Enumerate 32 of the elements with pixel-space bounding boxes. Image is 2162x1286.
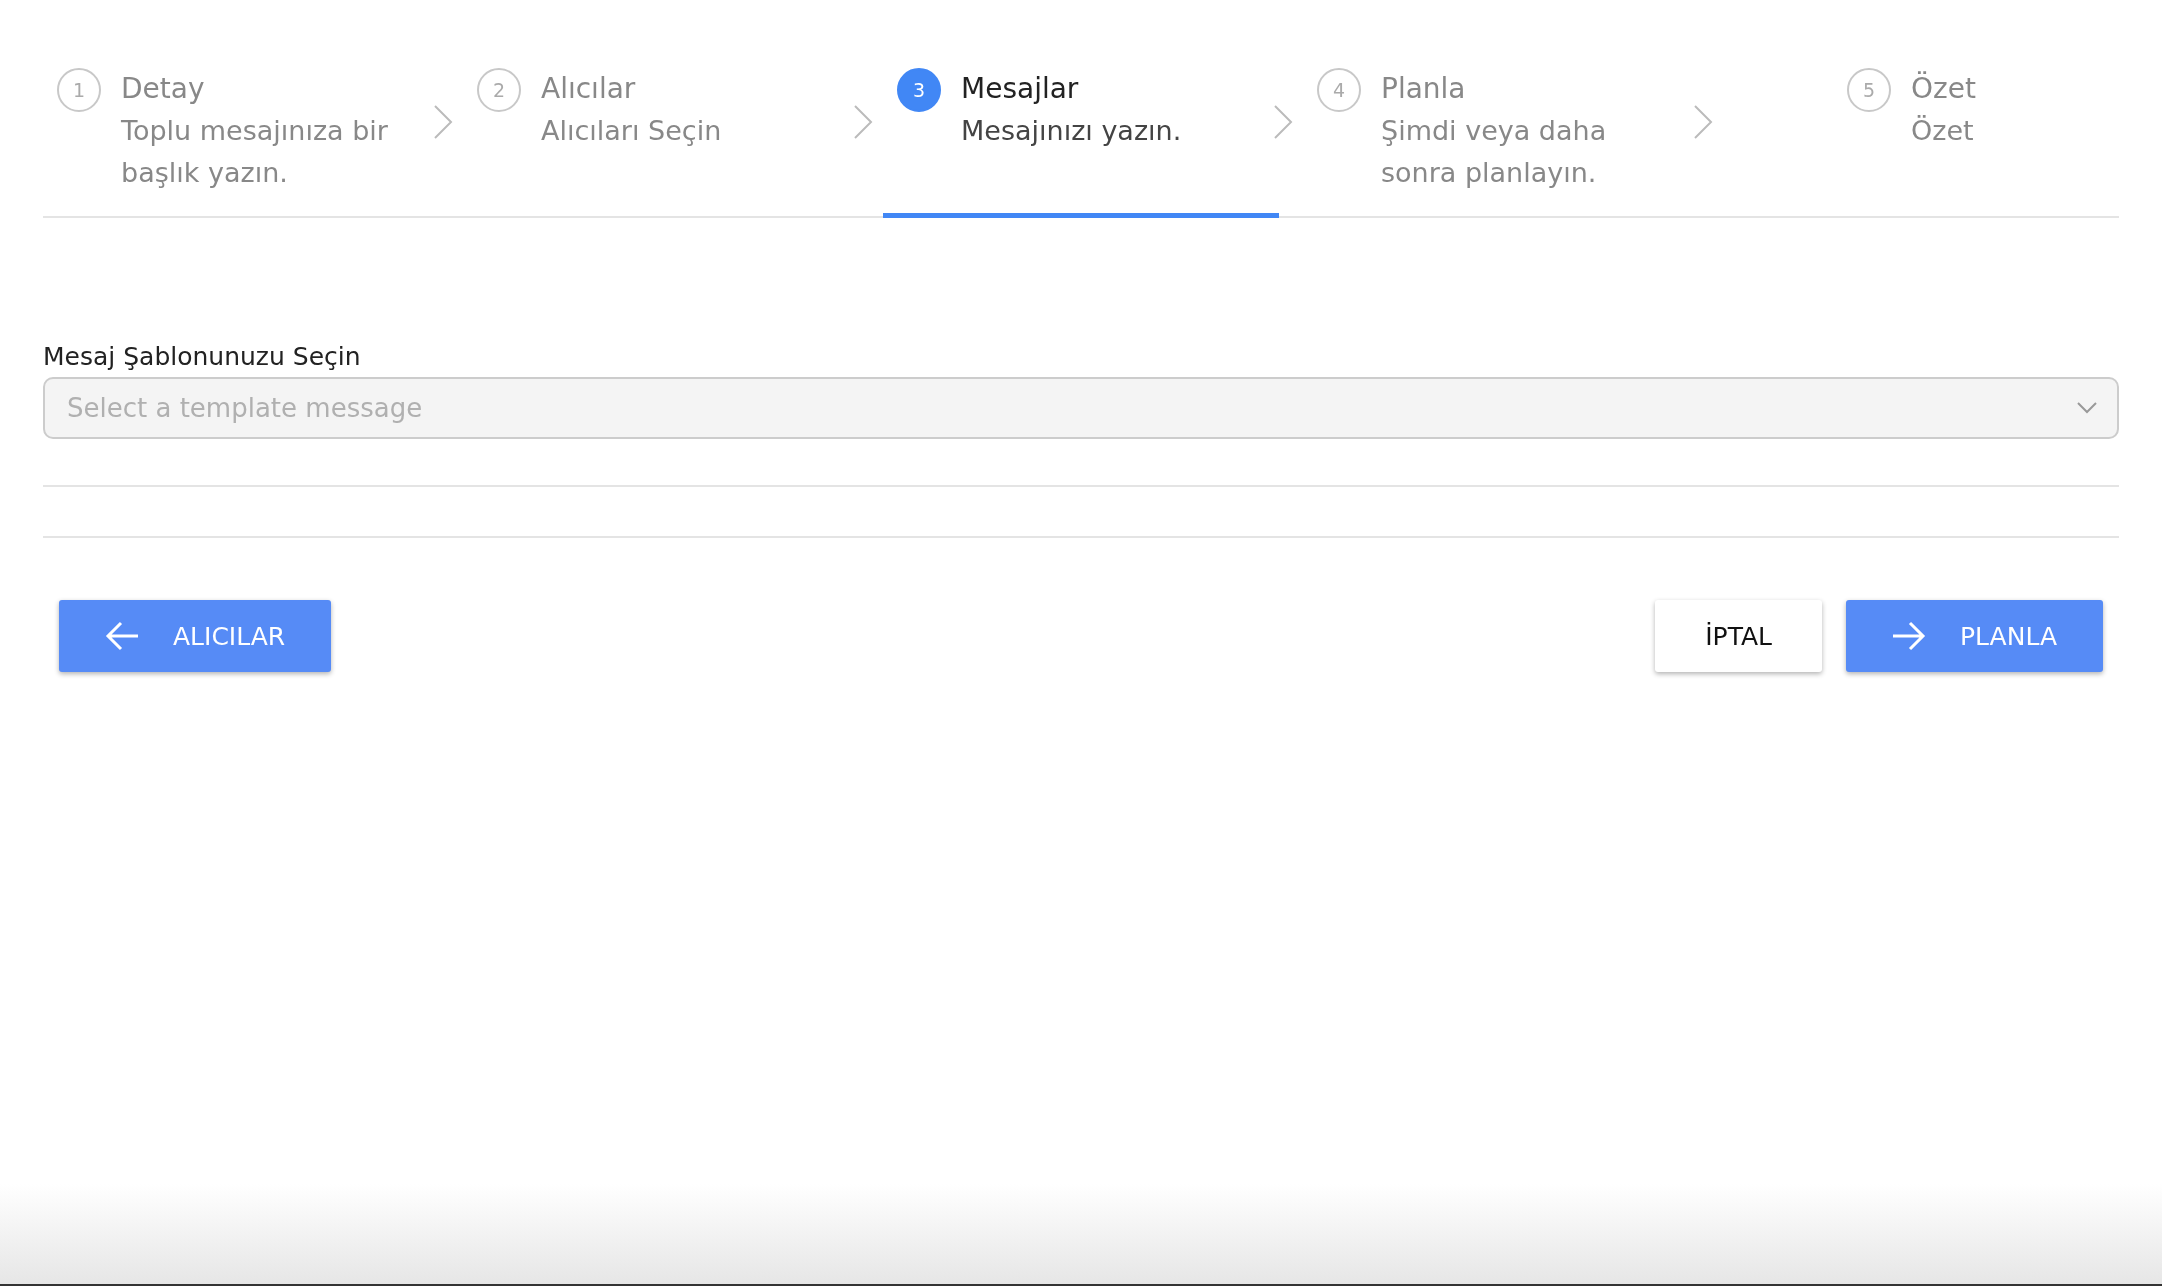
arrow-right-icon xyxy=(1892,621,1926,651)
step-title: Alıcılar xyxy=(541,71,637,107)
step-title: Detay xyxy=(121,71,206,107)
step-title: Planla xyxy=(1381,71,1467,107)
step-number: 2 xyxy=(477,68,521,112)
step-title: Özet xyxy=(1911,70,1977,107)
step-description: Alıcıları Seçin xyxy=(541,114,723,148)
chevron-right-icon xyxy=(433,104,453,140)
chevron-right-icon xyxy=(853,104,873,140)
stepper-step[interactable]: 3 Mesajlar Mesajınızı yazın. xyxy=(883,66,1303,216)
template-select[interactable]: Select a template message xyxy=(43,377,2119,439)
chevron-down-icon xyxy=(2077,402,2097,414)
arrow-left-icon xyxy=(105,621,139,651)
step-number: 1 xyxy=(57,68,101,112)
step-number: 3 xyxy=(897,68,941,112)
field-label: Mesaj Şablonunuzu Seçin xyxy=(43,342,361,371)
step-number: 4 xyxy=(1317,68,1361,112)
step-title: Mesajlar xyxy=(961,71,1080,107)
back-button[interactable]: ALICILAR xyxy=(59,600,332,672)
chevron-right-icon xyxy=(1693,104,1713,140)
stepper-step[interactable]: 2 Alıcılar Alıcıları Seçin xyxy=(463,66,883,216)
cancel-button[interactable]: İPTAL xyxy=(1655,600,1822,672)
step-description: Özet xyxy=(1911,114,1975,148)
step-number: 5 xyxy=(1847,68,1891,112)
stepper-step[interactable]: 4 Planla Şimdi veya daha sonra planlayın. xyxy=(1303,66,1723,216)
stepper-step[interactable]: 5 Özet Özet xyxy=(1723,66,2162,216)
next-button[interactable]: PLANLA xyxy=(1846,600,2103,672)
chevron-right-icon xyxy=(1273,104,1293,140)
stepper-step[interactable]: 1 Detay Toplu mesajınıza bir başlık yazın. xyxy=(43,66,463,216)
step-description: Şimdi veya daha sonra planlayın. xyxy=(1381,114,1608,190)
step-description: Toplu mesajınıza bir başlık yazın. xyxy=(121,114,389,190)
step-description: Mesajınızı yazın. xyxy=(961,114,1183,148)
